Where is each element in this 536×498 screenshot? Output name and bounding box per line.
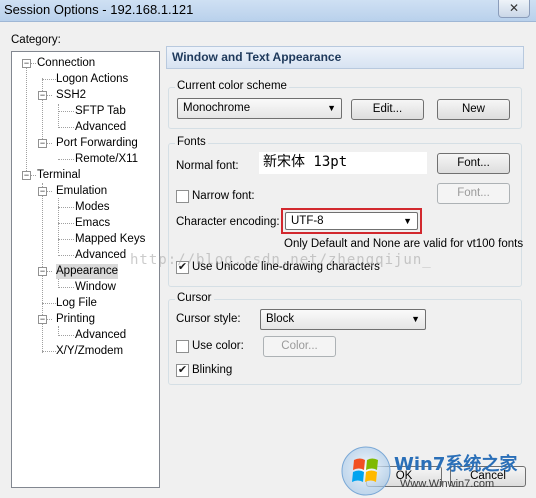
close-icon: ✕: [508, 1, 520, 15]
color-scheme-title: Current color scheme: [175, 80, 289, 92]
cursor-title: Cursor: [175, 292, 214, 304]
tree-item-appearance[interactable]: Appearance: [56, 264, 119, 279]
normal-font-label: Normal font:: [176, 160, 239, 172]
tree-item-port-forwarding[interactable]: Port Forwarding: [56, 136, 138, 151]
collapse-icon[interactable]: −: [38, 267, 47, 276]
tree-item-window[interactable]: Window: [75, 280, 116, 295]
tree-item-printing-advanced[interactable]: Advanced: [75, 328, 126, 343]
dropdown-arrow-icon: ▼: [411, 314, 420, 324]
window-title: Session Options - 192.168.1.121: [4, 2, 194, 17]
tree-item-terminal[interactable]: Terminal: [37, 168, 80, 183]
tree-item-xyzmodem[interactable]: X/Y/Zmodem: [56, 344, 123, 359]
logo-brand-text: Win7系统之家: [394, 454, 518, 475]
vt100-note: Only Default and None are valid for vt10…: [284, 238, 524, 250]
logo-url-text: Www.Winwin7.com: [400, 478, 495, 490]
tree-item-ssh2[interactable]: SSH2: [56, 88, 86, 103]
tree-item-emulation[interactable]: Emulation: [56, 184, 107, 199]
character-encoding-value: UTF-8: [291, 215, 324, 227]
collapse-icon[interactable]: −: [38, 139, 47, 148]
dropdown-arrow-icon: ▼: [403, 216, 412, 226]
color-scheme-value: Monochrome: [183, 102, 251, 114]
panel-header: Window and Text Appearance: [166, 46, 524, 69]
use-color-checkbox[interactable]: [176, 340, 189, 353]
tree-item-remote-x11[interactable]: Remote/X11: [75, 152, 138, 167]
settings-panel: Window and Text Appearance Current color…: [166, 46, 524, 446]
character-encoding-label: Character encoding:: [176, 216, 280, 228]
category-tree[interactable]: − − − − − − − Connection Logon Actions S…: [11, 51, 160, 488]
tree-item-logon-actions[interactable]: Logon Actions: [56, 72, 128, 87]
new-button[interactable]: New: [437, 99, 510, 120]
tree-item-connection[interactable]: Connection: [37, 56, 95, 71]
tree-item-ssh2-advanced[interactable]: Advanced: [75, 120, 126, 135]
tree-item-emacs[interactable]: Emacs: [75, 216, 110, 231]
collapse-icon[interactable]: −: [38, 187, 47, 196]
collapse-icon[interactable]: −: [38, 315, 47, 324]
blinking-checkbox[interactable]: ✔: [176, 364, 189, 377]
category-label: Category:: [11, 34, 61, 46]
normal-font-button[interactable]: Font...: [437, 153, 510, 174]
cursor-style-value: Block: [266, 313, 295, 325]
win7-logo-overlay: Win7系统之家 Www.Winwin7.com: [340, 444, 536, 498]
fonts-title: Fonts: [175, 136, 208, 148]
character-encoding-select[interactable]: UTF-8 ▼: [285, 212, 418, 230]
collapse-icon[interactable]: −: [22, 171, 31, 180]
session-options-window: Session Options - 192.168.1.121 ✕ Catego…: [0, 0, 536, 498]
dropdown-arrow-icon: ▼: [327, 103, 336, 113]
tree-item-log-file[interactable]: Log File: [56, 296, 97, 311]
cursor-style-select[interactable]: Block ▼: [260, 309, 426, 330]
tree-item-modes[interactable]: Modes: [75, 200, 110, 215]
normal-font-preview: 新宋体 13pt: [259, 152, 427, 174]
tree-item-mapped-keys[interactable]: Mapped Keys: [75, 232, 145, 247]
narrow-font-checkbox[interactable]: [176, 190, 189, 203]
use-color-label: Use color:: [192, 340, 244, 352]
narrow-font-button[interactable]: Font...: [437, 183, 510, 204]
title-bar: Session Options - 192.168.1.121 ✕: [0, 0, 536, 22]
blinking-label: Blinking: [192, 364, 233, 376]
edit-button[interactable]: Edit...: [351, 99, 424, 120]
color-scheme-select[interactable]: Monochrome ▼: [177, 98, 342, 119]
cursor-color-button[interactable]: Color...: [263, 336, 336, 357]
narrow-font-label: Narrow font:: [192, 190, 255, 202]
tree-item-printing[interactable]: Printing: [56, 312, 95, 327]
tree-item-sftp-tab[interactable]: SFTP Tab: [75, 104, 126, 119]
blog-watermark: http://blog.csdn.net/zhengqijun_: [130, 252, 432, 268]
collapse-icon[interactable]: −: [38, 91, 47, 100]
cursor-style-label: Cursor style:: [176, 313, 241, 325]
collapse-icon[interactable]: −: [22, 59, 31, 68]
close-button[interactable]: ✕: [498, 0, 530, 18]
tree-item-emulation-advanced[interactable]: Advanced: [75, 248, 126, 263]
